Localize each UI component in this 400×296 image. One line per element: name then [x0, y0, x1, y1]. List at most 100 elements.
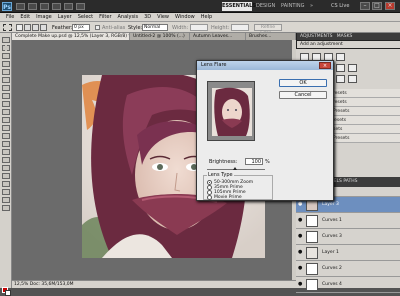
workspace-painting-button[interactable]: PAINTING: [281, 2, 304, 11]
layer-row[interactable]: ● Curves 1: [296, 213, 400, 229]
brightness-slider-thumb[interactable]: [233, 167, 237, 170]
zoom-tool-icon[interactable]: [2, 205, 10, 211]
black-white-icon[interactable]: [336, 64, 345, 72]
visibility-eye-icon[interactable]: ●: [298, 281, 303, 288]
visibility-eye-icon[interactable]: ●: [298, 249, 303, 256]
anti-alias-label: Anti-alias: [102, 25, 126, 31]
visibility-eye-icon[interactable]: ●: [298, 233, 303, 240]
move-tool-icon[interactable]: [2, 37, 10, 43]
lens-type-label: Lens Type: [207, 172, 234, 178]
menu-image[interactable]: Image: [36, 13, 52, 22]
layer-row[interactable]: ● Curves 3: [296, 229, 400, 245]
add-adjustment-heading: Add an adjustment: [297, 41, 400, 49]
brightness-input[interactable]: 100: [245, 158, 263, 165]
menu-help[interactable]: Help: [201, 13, 212, 22]
menu-layer[interactable]: Layer: [58, 13, 72, 22]
subtract-selection-icon[interactable]: [32, 24, 39, 31]
options-bar: Feather: 0 px Anti-alias Style: Normal W…: [0, 22, 400, 36]
anti-alias-checkbox[interactable]: [95, 25, 100, 30]
menu-window[interactable]: Window: [175, 13, 195, 22]
background-color-swatch[interactable]: [5, 290, 11, 296]
zoom-level-icon[interactable]: [40, 3, 49, 10]
close-window-button[interactable]: ×: [385, 2, 395, 10]
visibility-eye-icon[interactable]: ●: [298, 201, 303, 208]
add-selection-icon[interactable]: [24, 24, 31, 31]
hand-tool-icon[interactable]: [52, 3, 61, 10]
history-brush-tool-icon[interactable]: [2, 109, 10, 115]
minimize-button[interactable]: –: [360, 2, 370, 10]
flare-center-preview[interactable]: [207, 81, 255, 141]
menu-select[interactable]: Select: [78, 13, 93, 22]
document-tab-active[interactable]: Complete Make up.psd @ 12,5% (Layer 3, R…: [12, 33, 130, 40]
layer-thumbnail: [306, 231, 318, 243]
gradient-tool-icon[interactable]: [2, 125, 10, 131]
visibility-eye-icon[interactable]: ●: [298, 217, 303, 224]
quick-selection-tool-icon[interactable]: [2, 61, 10, 67]
refine-edge-button[interactable]: Refine Edge...: [254, 24, 282, 36]
layer-row[interactable]: ● Layer 1: [296, 245, 400, 261]
eyedropper-tool-icon[interactable]: [2, 77, 10, 83]
mini-bridge-icon[interactable]: [28, 3, 37, 10]
tab-adjustments[interactable]: ADJUSTMENTS: [300, 34, 332, 39]
new-selection-icon[interactable]: [16, 24, 23, 31]
arrange-documents-icon[interactable]: [64, 3, 73, 10]
photo-filter-icon[interactable]: [348, 64, 357, 72]
height-input[interactable]: [231, 24, 249, 31]
3d-camera-tool-icon[interactable]: [2, 189, 10, 195]
ok-button[interactable]: OK: [279, 79, 327, 87]
lens-movie-prime-label: Movie Prime: [214, 195, 242, 200]
width-input[interactable]: [190, 24, 208, 31]
lasso-tool-icon[interactable]: [2, 53, 10, 59]
maximize-button[interactable]: □: [372, 2, 382, 10]
layer-thumbnail: [306, 215, 318, 227]
document-tab[interactable]: Brushes...: [246, 33, 296, 40]
gradient-map-icon[interactable]: [336, 75, 345, 83]
bridge-icon[interactable]: [16, 3, 25, 10]
blur-tool-icon[interactable]: [2, 133, 10, 139]
style-select[interactable]: Normal: [142, 24, 168, 31]
dodge-tool-icon[interactable]: [2, 141, 10, 147]
marquee-tool-preset-icon[interactable]: [3, 24, 12, 31]
dialog-close-button[interactable]: ×: [319, 62, 331, 69]
layer-row[interactable]: ● Curves 4: [296, 277, 400, 293]
type-tool-icon[interactable]: [2, 157, 10, 163]
crop-tool-icon[interactable]: [2, 69, 10, 75]
layer-name: Curves 3: [322, 234, 342, 239]
path-selection-tool-icon[interactable]: [2, 165, 10, 171]
marquee-tool-icon[interactable]: [2, 45, 10, 51]
document-tab[interactable]: Untitled-2 @ 100% (...): [130, 33, 190, 40]
brush-tool-icon[interactable]: [2, 93, 10, 99]
clone-stamp-tool-icon[interactable]: [2, 101, 10, 107]
menu-edit[interactable]: Edit: [20, 13, 30, 22]
workspace-more-button[interactable]: »: [310, 2, 313, 11]
hand-tool-icon[interactable]: [2, 197, 10, 203]
lens-movie-prime-radio[interactable]: [207, 195, 212, 200]
cs-live-button[interactable]: CS Live: [331, 2, 349, 11]
pen-tool-icon[interactable]: [2, 149, 10, 155]
tab-masks[interactable]: MASKS: [337, 34, 353, 39]
layer-name: Layer 1: [322, 250, 339, 255]
dialog-title: Lens Flare: [197, 61, 333, 70]
cancel-button[interactable]: Cancel: [279, 91, 327, 99]
feather-input[interactable]: 0 px: [72, 24, 90, 31]
workspace-essentials-button[interactable]: ESSENTIALS: [222, 2, 256, 11]
3d-rotate-tool-icon[interactable]: [2, 181, 10, 187]
document-tab[interactable]: Autumn Leaves...: [190, 33, 246, 40]
layer-name: Curves 4: [322, 282, 342, 287]
menu-view[interactable]: View: [157, 13, 169, 22]
adjustments-masks-tabs[interactable]: ADJUSTMENTS MASKS: [297, 33, 400, 41]
eraser-tool-icon[interactable]: [2, 117, 10, 123]
menu-file[interactable]: File: [6, 13, 14, 22]
selective-color-icon[interactable]: [348, 75, 357, 83]
screen-mode-icon[interactable]: [76, 3, 85, 10]
menu-filter[interactable]: Filter: [99, 13, 111, 22]
visibility-eye-icon[interactable]: ●: [298, 265, 303, 272]
shape-tool-icon[interactable]: [2, 173, 10, 179]
menu-3d[interactable]: 3D: [144, 13, 151, 22]
workspace-design-button[interactable]: DESIGN: [256, 2, 275, 11]
layer-row[interactable]: ● Curves 2: [296, 261, 400, 277]
intersect-selection-icon[interactable]: [40, 24, 47, 31]
exposure-icon[interactable]: [336, 53, 345, 61]
menu-analysis[interactable]: Analysis: [118, 13, 139, 22]
healing-brush-tool-icon[interactable]: [2, 85, 10, 91]
